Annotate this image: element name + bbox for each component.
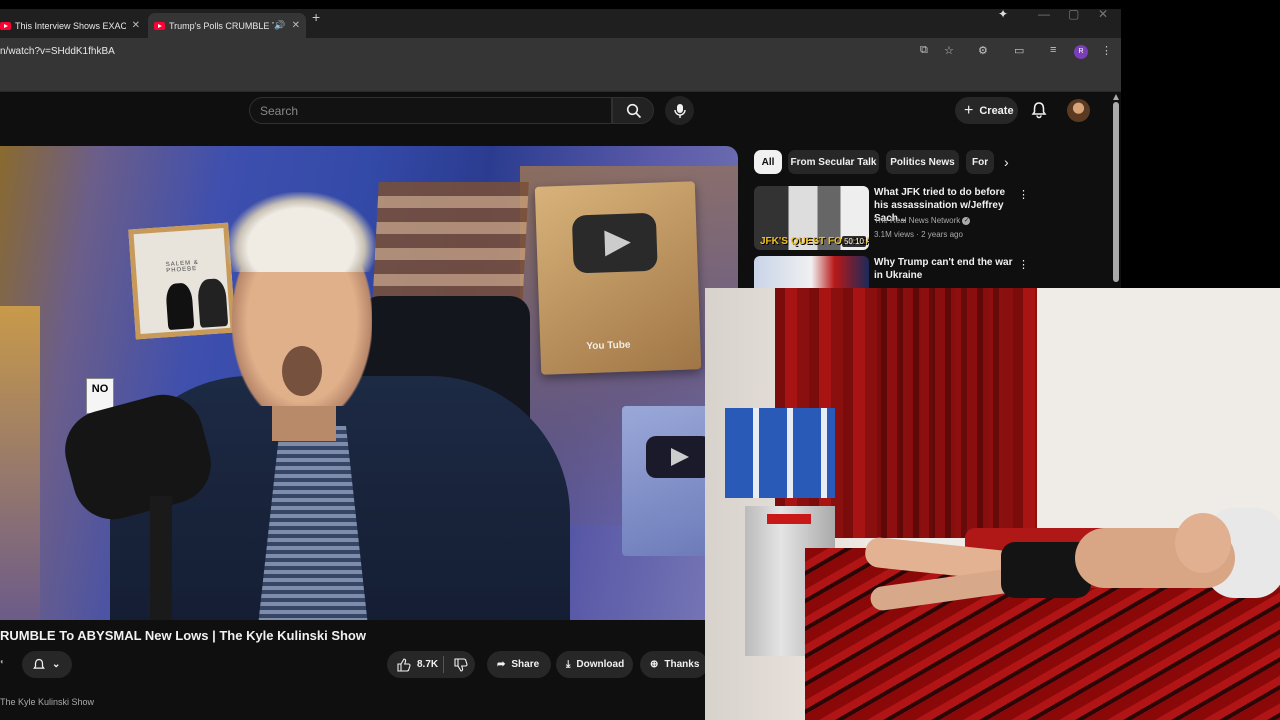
recommendation-title[interactable]: Why Trump can't end the war in Ukraine bbox=[874, 256, 1014, 282]
chip-all[interactable]: All bbox=[754, 150, 782, 174]
thumbs-down-icon[interactable] bbox=[454, 658, 468, 672]
youtube-favicon-icon bbox=[154, 21, 165, 30]
close-window-icon[interactable]: ✕ bbox=[1098, 7, 1108, 21]
bookmark-star-icon[interactable]: ☆ bbox=[944, 44, 954, 57]
recommendation-meta: 3.1M views · 2 years ago bbox=[874, 230, 963, 239]
create-button[interactable]: + Create bbox=[955, 97, 1018, 124]
sidepanel-icon[interactable]: ▭ bbox=[1014, 44, 1024, 57]
video-player[interactable]: You Tube SALEM & PHOEBE NO bbox=[0, 146, 738, 620]
chip-for[interactable]: For bbox=[966, 150, 994, 174]
new-tab-icon[interactable]: + bbox=[312, 9, 320, 25]
tab-title: Trump's Polls CRUMBLE To bbox=[169, 20, 275, 31]
search-icon bbox=[626, 103, 642, 119]
more-options-icon[interactable]: ⋮ bbox=[1018, 258, 1029, 271]
play-plaque-icon bbox=[646, 436, 712, 478]
thanks-icon: ⊕ bbox=[650, 659, 659, 670]
chevron-down-icon: ⌄ bbox=[52, 659, 61, 670]
webcam-overlay bbox=[705, 288, 1280, 720]
address-bar: n/watch?v=SHddK1fhkBA ⧉ ☆ ⚙ ▭ ≡ ⋮ bbox=[0, 38, 1121, 66]
video-play-button-plaque: You Tube bbox=[534, 181, 702, 375]
recommendation-channel[interactable]: The Real News Network ✓ bbox=[874, 216, 971, 225]
more-options-icon[interactable]: ⋮ bbox=[1018, 188, 1029, 201]
play-plaque-icon bbox=[571, 212, 658, 274]
close-tab-icon[interactable]: ✕ bbox=[132, 20, 140, 31]
like-count: 8.7K bbox=[417, 659, 439, 670]
minimize-icon[interactable]: — bbox=[1038, 7, 1050, 21]
desktop-background bbox=[1121, 0, 1280, 288]
chevron-right-icon[interactable]: › bbox=[1004, 154, 1009, 170]
search-input[interactable]: Search bbox=[249, 97, 612, 124]
chip-from-secular-talk[interactable]: From Secular Talk bbox=[788, 150, 879, 174]
plus-icon: + bbox=[964, 101, 974, 119]
speaker-icon[interactable]: 🔊 bbox=[274, 20, 285, 31]
download-icon: ⤓ bbox=[566, 659, 571, 670]
youtube-favicon-icon bbox=[0, 21, 11, 30]
mic-icon bbox=[674, 104, 686, 118]
tab-bar: This Interview Shows EXACTLY ✕ Trump's P… bbox=[0, 9, 1121, 38]
video-pet-frame: SALEM & PHOEBE bbox=[128, 222, 236, 340]
account-avatar[interactable] bbox=[1067, 99, 1090, 122]
sparkle-icon[interactable]: ✦ bbox=[998, 7, 1008, 21]
top-strip bbox=[0, 0, 1121, 9]
notification-bell-icon[interactable] bbox=[1030, 101, 1048, 119]
subscribe-bell-button[interactable]: ⌄ bbox=[22, 651, 72, 678]
verified-check-icon: ✓ bbox=[962, 216, 971, 225]
scroll-up-arrow-icon[interactable] bbox=[1113, 94, 1119, 100]
channel-avatar-icon[interactable]: ◐ bbox=[0, 657, 5, 666]
tab-1[interactable]: This Interview Shows EXACTLY ✕ bbox=[0, 13, 146, 38]
recommendation-item[interactable]: JFK'S QUEST FOR PEACE 50:10 What JFK tri… bbox=[754, 186, 1114, 250]
video-title: RUMBLE To ABYSMAL New Lows | The Kyle Ku… bbox=[0, 628, 366, 643]
extensions-icon[interactable]: ⚙ bbox=[978, 44, 988, 57]
recommendation-thumbnail[interactable]: JFK'S QUEST FOR PEACE 50:10 bbox=[754, 186, 869, 250]
create-label: Create bbox=[979, 104, 1014, 117]
tab-2-active[interactable]: Trump's Polls CRUMBLE To 🔊 ✕ bbox=[148, 13, 306, 38]
stacked-boxes bbox=[725, 408, 835, 498]
url-field[interactable]: n/watch?v=SHddK1fhkBA bbox=[0, 46, 115, 57]
download-button[interactable]: ⤓ Download bbox=[556, 651, 633, 678]
close-tab-icon[interactable]: ✕ bbox=[292, 20, 300, 31]
search-button[interactable] bbox=[612, 97, 654, 124]
maximize-icon[interactable]: ▢ bbox=[1068, 7, 1079, 21]
bell-icon bbox=[33, 658, 45, 669]
duration-badge: 50:10 bbox=[841, 236, 866, 247]
tab-title: This Interview Shows EXACTLY bbox=[15, 20, 126, 31]
bookmarks-bar bbox=[0, 66, 1121, 92]
menu-kebab-icon[interactable]: ⋮ bbox=[1101, 44, 1112, 57]
share-arrow-icon: ➦ bbox=[497, 659, 506, 670]
share-button[interactable]: ➦ Share bbox=[487, 651, 551, 678]
voice-search-button[interactable] bbox=[665, 96, 694, 125]
cast-icon[interactable]: ⧉ bbox=[920, 44, 928, 57]
media-queue-icon[interactable]: ≡ bbox=[1050, 44, 1056, 56]
thanks-button[interactable]: ⊕ Thanks bbox=[640, 651, 708, 678]
chip-politics-news[interactable]: Politics News bbox=[886, 150, 959, 174]
video-bookshelf bbox=[0, 306, 40, 620]
profile-avatar[interactable]: R bbox=[1074, 45, 1088, 59]
thumbs-up-icon bbox=[397, 657, 411, 672]
channel-name[interactable]: The Kyle Kulinski Show bbox=[0, 697, 94, 707]
